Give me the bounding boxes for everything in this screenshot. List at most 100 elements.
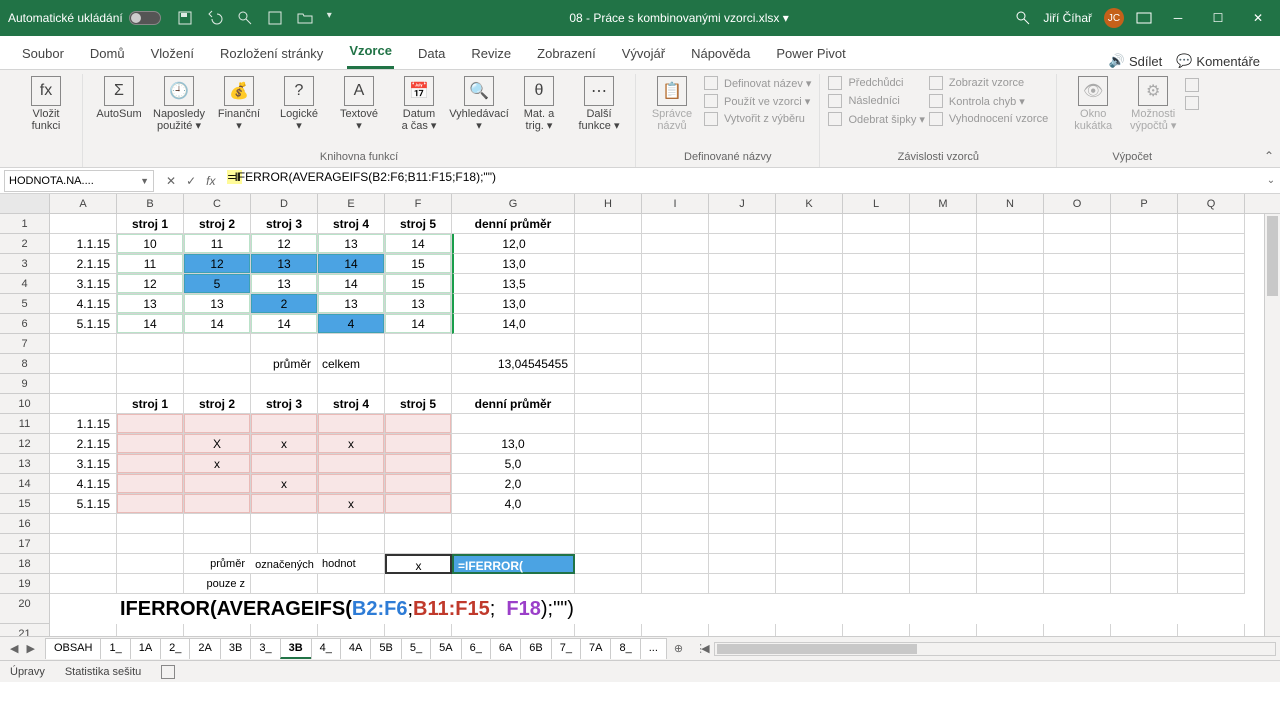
row-header[interactable]: 8 (0, 354, 50, 374)
cell[interactable] (843, 354, 910, 374)
cell[interactable]: 13 (318, 234, 385, 254)
cancel-edit-icon[interactable]: ✕ (166, 174, 176, 188)
cell[interactable] (1111, 514, 1178, 534)
sheet-tab[interactable]: 1A (130, 638, 161, 659)
cell[interactable] (843, 294, 910, 314)
sheet-next-icon[interactable]: ▶ (26, 642, 34, 655)
row-header[interactable]: 15 (0, 494, 50, 514)
cell[interactable] (1044, 334, 1111, 354)
cell[interactable] (642, 514, 709, 534)
cell[interactable] (843, 514, 910, 534)
cell[interactable] (318, 374, 385, 394)
sheet-tab[interactable]: 3B (220, 638, 251, 659)
cell[interactable]: 2,0 (452, 474, 575, 494)
cell[interactable]: 15 (385, 254, 452, 274)
cell[interactable]: 14,0 (452, 314, 575, 334)
cell[interactable] (1111, 434, 1178, 454)
ribbon-item[interactable]: Zobrazit vzorce (929, 76, 1048, 90)
cell[interactable] (977, 434, 1044, 454)
cell[interactable]: 12 (117, 274, 184, 294)
cell[interactable] (776, 334, 843, 354)
cell[interactable]: stroj 1 (117, 394, 184, 414)
ribbon-item[interactable]: Odebrat šipky ▾ (828, 112, 924, 126)
cell[interactable] (1111, 334, 1178, 354)
col-header[interactable]: P (1111, 194, 1178, 213)
cell[interactable] (977, 494, 1044, 514)
cell[interactable]: x (318, 434, 385, 454)
cell[interactable] (1178, 474, 1245, 494)
cell[interactable]: x (385, 554, 452, 574)
cell[interactable]: 2.1.15 (50, 434, 117, 454)
cell[interactable] (184, 474, 251, 494)
cell[interactable]: 13 (117, 294, 184, 314)
sheet-tab[interactable]: 5B (370, 638, 401, 659)
row-header[interactable]: 7 (0, 334, 50, 354)
avatar[interactable]: JC (1104, 8, 1124, 28)
share-button[interactable]: 🔊 Sdílet (1109, 53, 1162, 69)
calc-now-icon[interactable] (1185, 78, 1199, 92)
cell[interactable] (709, 414, 776, 434)
row-header[interactable]: 5 (0, 294, 50, 314)
cell[interactable] (910, 334, 977, 354)
cell[interactable]: 13 (385, 294, 452, 314)
cell[interactable] (1111, 474, 1178, 494)
cell[interactable] (318, 454, 385, 474)
select-all-corner[interactable] (0, 194, 50, 213)
cell[interactable] (575, 454, 642, 474)
cell[interactable]: 13,0 (452, 254, 575, 274)
cell[interactable] (977, 354, 1044, 374)
cell[interactable] (709, 624, 776, 636)
sheet-tab[interactable]: ... (640, 638, 667, 659)
fn-7[interactable]: θMat. atrig. ▾ (511, 74, 567, 149)
cell[interactable] (776, 294, 843, 314)
cell[interactable] (843, 474, 910, 494)
cell[interactable] (1111, 574, 1178, 594)
chevron-down-icon[interactable]: ▼ (140, 176, 149, 186)
cell[interactable]: x (251, 474, 318, 494)
ribbon-item[interactable]: Definovat název ▾ (704, 76, 811, 90)
cell[interactable]: průměr (251, 354, 318, 374)
cell[interactable] (843, 494, 910, 514)
cell[interactable] (184, 534, 251, 554)
ribbon-display-icon[interactable] (1136, 12, 1152, 24)
cell[interactable] (1178, 574, 1245, 594)
cell[interactable]: 1.1.15 (50, 414, 117, 434)
cell[interactable] (452, 624, 575, 636)
sheet-tab[interactable]: 2A (189, 638, 220, 659)
cell[interactable] (977, 294, 1044, 314)
cell[interactable] (452, 514, 575, 534)
cell[interactable] (1044, 454, 1111, 474)
cell[interactable] (977, 414, 1044, 434)
cell[interactable] (1178, 534, 1245, 554)
tab-domů[interactable]: Domů (88, 40, 127, 69)
cell[interactable] (642, 254, 709, 274)
cell[interactable] (1044, 314, 1111, 334)
watch-window-button[interactable]: 👁Okno kukátka (1065, 74, 1121, 149)
cell[interactable] (977, 454, 1044, 474)
cell[interactable] (709, 214, 776, 234)
col-header[interactable]: M (910, 194, 977, 213)
cell[interactable] (709, 434, 776, 454)
cell[interactable] (117, 374, 184, 394)
cell[interactable] (977, 314, 1044, 334)
cell[interactable] (910, 314, 977, 334)
cell[interactable]: 4 (318, 314, 385, 334)
cell[interactable]: stroj 2 (184, 394, 251, 414)
cell[interactable] (50, 214, 117, 234)
col-header[interactable]: L (843, 194, 910, 213)
cell[interactable] (843, 254, 910, 274)
cell[interactable] (1111, 294, 1178, 314)
cell[interactable] (575, 254, 642, 274)
fn-3[interactable]: ?Logické▾ (271, 74, 327, 149)
cell[interactable] (776, 534, 843, 554)
cell[interactable] (117, 624, 184, 636)
cell[interactable] (642, 494, 709, 514)
sheet-tab[interactable]: OBSAH (45, 638, 102, 659)
cell[interactable] (1178, 334, 1245, 354)
cell[interactable] (184, 374, 251, 394)
col-header[interactable]: I (642, 194, 709, 213)
cell[interactable] (910, 214, 977, 234)
sheet-tab[interactable]: 6_ (461, 638, 491, 659)
cell[interactable] (385, 454, 452, 474)
cell[interactable] (1044, 624, 1111, 636)
